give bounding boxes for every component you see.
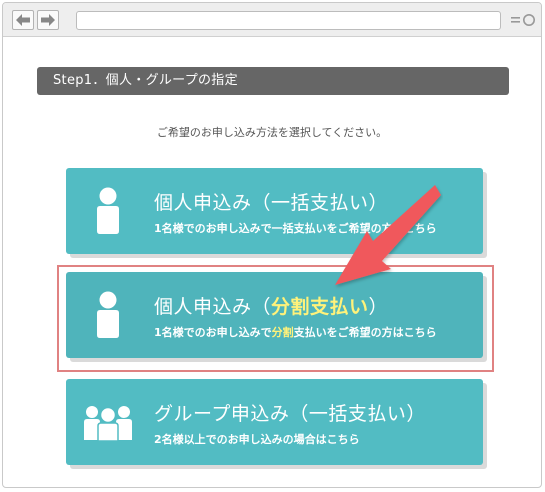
subtitle-suffix: 支払いをご希望の方はこちら bbox=[293, 326, 437, 339]
browser-window: Step1．個人・グループの指定 ご希望のお申し込み方法を選択してください。 個… bbox=[2, 2, 542, 488]
option-title: 個人申込み（分割支払い） bbox=[154, 292, 388, 319]
address-bar[interactable] bbox=[76, 11, 501, 30]
group-icon bbox=[84, 406, 132, 441]
subtitle-prefix: 1名様でのお申し込みで bbox=[154, 326, 272, 339]
step-title: Step1．個人・グループの指定 bbox=[37, 67, 509, 95]
title-highlight: 分割支払い bbox=[271, 296, 369, 318]
arrow-right-icon bbox=[41, 14, 55, 26]
person-icon bbox=[97, 291, 119, 338]
person-icon bbox=[97, 187, 119, 234]
title-suffix: ） bbox=[368, 296, 389, 318]
title-prefix: 個人申込み（ bbox=[154, 296, 272, 318]
option-individual-installment[interactable]: 個人申込み（分割支払い） 1名様でのお申し込みで分割支払いをご希望の方はこちら bbox=[66, 272, 483, 358]
option-group-lump-sum[interactable]: グループ申込み（一括支払い） 2名様以上でのお申し込みの場合はこちら bbox=[66, 379, 483, 465]
option-subtitle: 1名様でのお申し込みで一括支払いをご希望の方はこちら bbox=[154, 222, 437, 235]
option-subtitle: 1名様でのお申し込みで分割支払いをご希望の方はこちら bbox=[154, 324, 437, 340]
option-title: グループ申込み（一括支払い） bbox=[154, 403, 426, 425]
option-title: 個人申込み（一括支払い） bbox=[154, 192, 389, 214]
browser-toolbar bbox=[3, 3, 541, 37]
subtitle-highlight: 分割 bbox=[271, 326, 294, 339]
forward-button[interactable] bbox=[37, 10, 59, 30]
instruction-text: ご希望のお申し込み方法を選択してください。 bbox=[156, 126, 388, 139]
arrow-left-icon bbox=[16, 14, 30, 26]
back-button[interactable] bbox=[12, 10, 34, 30]
option-subtitle: 2名様以上でのお申し込みの場合はこちら bbox=[154, 433, 360, 446]
hamburger-icon[interactable] bbox=[511, 14, 537, 26]
option-individual-lump-sum[interactable]: 個人申込み（一括支払い） 1名様でのお申し込みで一括支払いをご希望の方はこちら bbox=[66, 168, 483, 254]
